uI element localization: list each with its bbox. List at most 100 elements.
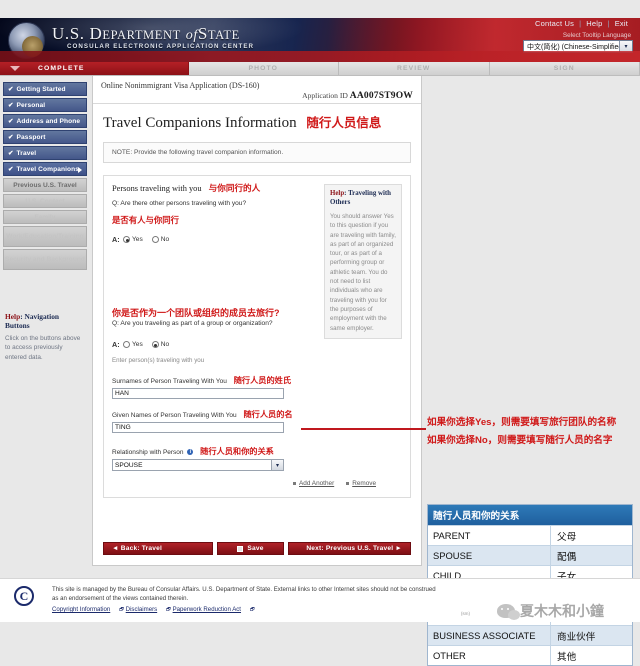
back-button-label: ◄ Back: Travel [112,545,162,552]
enter-persons-hint: Enter person(s) traveling with you [112,357,402,364]
table-cell-en: BUSINESS ASSOCIATE [428,630,550,641]
radio-icon[interactable] [123,341,130,348]
sidebar-sub-label: Work/Education/Training [6,233,84,241]
exit-link[interactable]: Exit [610,19,633,28]
remove-button[interactable]: Remove [346,480,376,487]
tab-sign-label: SIGN [554,65,575,72]
table-cell-en: OTHER [428,650,550,661]
sidebar-item-personal[interactable]: ✔ Personal [3,98,87,112]
sidebar-item-travel[interactable]: ✔ Travel [3,146,87,160]
radio-icon[interactable] [152,236,159,243]
next-button[interactable]: Next: Previous U.S. Travel ► [288,542,411,555]
dept-title-c: of [186,28,198,43]
sidebar-sub-label: U.S. Contact [25,198,64,205]
radio-q1-no[interactable]: No [152,236,169,243]
table-cell-cn: 父母 [550,526,632,545]
question-2-block: 你是否作为一个团队或组织的成员去旅行? Q: Are you traveling… [112,306,402,364]
relationship-select[interactable]: SPOUSE ▾ [112,459,284,471]
application-id-value: AA007ST9OW [350,91,413,101]
sidebar-item-security-and-background: Security and Background [3,249,87,270]
tab-review[interactable]: REVIEW [339,62,490,75]
add-remove-row: Add Another Remove [112,480,402,487]
application-header: Online Nonimmigrant Visa Application (DS… [93,76,421,104]
tooltip-language-label: Select Tooltip Language [563,32,631,39]
check-icon: ✔ [8,85,14,93]
tab-photo[interactable]: PHOTO [189,62,340,75]
dept-title-a: U.S. D [52,24,102,43]
tab-review-label: REVIEW [397,65,430,72]
surname-label: Surnames of Person Traveling With You 随行… [112,374,402,386]
header-links: Contact Us|Help|Exit [530,19,633,28]
add-another-button[interactable]: Add Another [293,480,334,487]
table-row: BUSINESS ASSOCIATE 商业伙伴 [428,625,632,645]
help-link[interactable]: Help [581,19,607,28]
radio-icon[interactable] [152,341,159,348]
given-name-input[interactable]: TING [112,422,284,433]
page-title: Travel Companions Information 随行人员信息 [93,104,421,136]
chevron-down-icon[interactable]: ▾ [619,41,632,52]
surname-input[interactable]: HAN [112,388,284,399]
department-title: U.S. DEPARTMENT ofSTATE [52,24,240,44]
sidebar-help-title-bold: Help [5,312,20,321]
site-banner: U.S. DEPARTMENT ofSTATE CONSULAR ELECTRO… [0,18,640,62]
help-title-bold: Help [330,190,344,197]
external-link-icon: 🗗 [119,607,124,613]
wechat-dot [507,608,509,610]
radio-icon[interactable] [123,236,130,243]
help-title: Help: Traveling with Others [330,190,396,208]
sidebar-item-label: Travel Companions [17,166,80,173]
question-1-cn-text: 是否有人与你同行 [112,215,179,225]
radio-q2-yes[interactable]: Yes [123,341,143,348]
sidebar-item-label: Travel [17,150,37,157]
check-icon: ✔ [8,133,14,141]
relationship-select-value: SPOUSE [115,462,142,469]
sidebar-sub-label: Previous U.S. Travel [13,182,76,189]
given-name-input-value: TING [115,424,131,431]
next-button-label: Next: Previous U.S. Travel ► [306,545,402,552]
radio-q1-yes[interactable]: Yes [123,236,143,243]
footer-meta: (sm) [461,611,470,616]
sidebar-item-travel-companions[interactable]: ✔ Travel Companions [3,162,87,176]
radio-q2-yes-label: Yes [132,341,143,348]
paperwork-reduction-act-link[interactable]: Paperwork Reduction Act [173,606,241,613]
application-id: Application ID AA007ST9OW [101,91,413,101]
tab-complete[interactable]: COMPLETE [0,62,189,75]
sidebar-item-passport[interactable]: ✔ Passport [3,130,87,144]
tab-sign[interactable]: SIGN [490,62,640,75]
save-button-label: Save [247,545,263,552]
section-title-cn: 与你同行的人 [209,183,261,193]
save-icon [237,546,243,552]
radio-q2-no[interactable]: No [152,341,169,348]
info-icon[interactable]: i [187,449,193,455]
check-icon: ✔ [8,117,14,125]
table-cell-cn: 其他 [550,646,632,665]
add-another-label: Add Another [299,480,334,487]
question-1-text: Q: Are there other persons traveling wit… [112,200,246,207]
contact-us-link[interactable]: Contact Us [530,19,579,28]
chevron-right-icon [78,167,82,173]
check-icon: ✔ [8,101,14,109]
sidebar-sub-label: Security and Background [5,256,85,264]
bullet-icon [346,482,349,485]
department-subtitle: CONSULAR ELECTRONIC APPLICATION CENTER [67,43,254,50]
external-link-icon: 🗗 [166,607,171,613]
language-select[interactable]: 中文(简化) (Chinese-Simplified) ▾ [523,40,633,53]
back-button[interactable]: ◄ Back: Travel [103,542,213,555]
check-icon: ✔ [8,165,14,173]
relationship-label: Relationship with Person i 随行人员和你的关系 [112,445,402,457]
language-select-value: 中文(简化) (Chinese-Simplified) [527,42,625,52]
question-1-answer: A: Yes No [112,235,302,244]
copyright-information-link[interactable]: Copyright Information [52,606,110,613]
chevron-down-icon[interactable]: ▾ [271,460,283,470]
sidebar-item-previous-us-travel[interactable]: Previous U.S. Travel [3,178,87,192]
footer-inner: C This site is managed by the Bureau of … [0,579,640,586]
sidebar-item-address-and-phone[interactable]: ✔ Address and Phone [3,114,87,128]
radio-q1-yes-label: Yes [132,236,143,243]
travel-companions-section: Persons traveling with you 与你同行的人 Help: … [103,175,411,498]
sidebar: ✔ Getting Started ✔ Personal ✔ Address a… [0,76,90,362]
form-nav-buttons: ◄ Back: Travel Save Next: Previous U.S. … [103,542,411,555]
save-button[interactable]: Save [217,542,284,555]
disclaimers-link[interactable]: Disclaimers [126,606,158,613]
sidebar-item-getting-started[interactable]: ✔ Getting Started [3,82,87,96]
page-title-cn: 随行人员信息 [306,116,381,130]
